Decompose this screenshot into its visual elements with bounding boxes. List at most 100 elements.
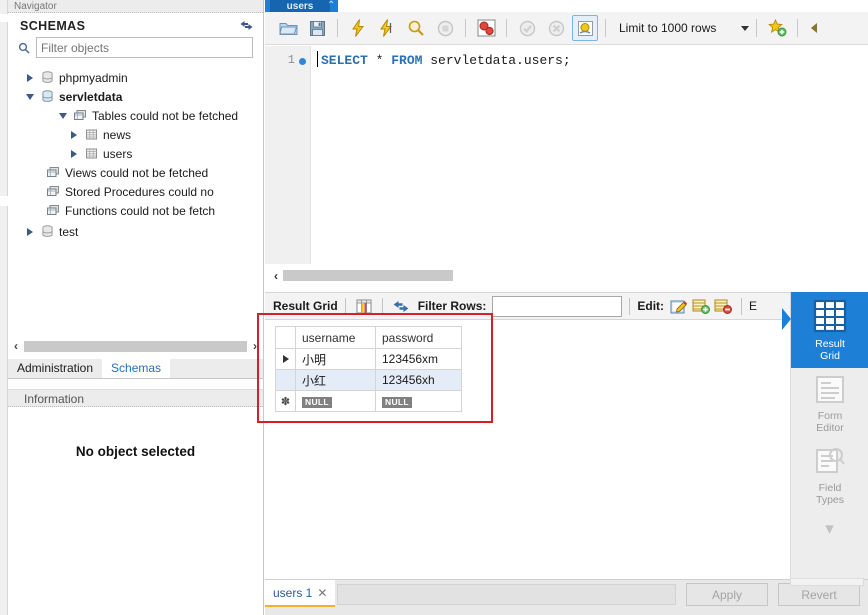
sidebar-item-label: phpmyadmin (59, 70, 128, 85)
sidebar-item-functions-folder[interactable]: Functions could not be fetch (8, 201, 263, 220)
revert-button[interactable]: Revert (778, 583, 860, 606)
table-row[interactable]: 小明 123456xm (275, 348, 462, 370)
lightning-cursor-icon (380, 19, 392, 37)
toolbar-separator (506, 19, 507, 37)
save-sql-file-button[interactable] (304, 15, 330, 41)
toolbar-separator (465, 19, 466, 37)
scroll-right-icon[interactable]: › (247, 340, 263, 352)
editor-horizontal-scrollbar[interactable]: ‹ (265, 266, 868, 285)
edit-pencil-icon[interactable] (668, 298, 690, 314)
expand-arrow-icon[interactable] (66, 130, 82, 139)
row-marker[interactable] (275, 369, 296, 391)
filter-objects-input[interactable] (36, 37, 253, 58)
cell-value-field[interactable] (337, 584, 676, 605)
row-marker-new[interactable]: ✽ (275, 390, 296, 412)
result-grid[interactable]: username password 小明 123456xm 小红 123456x… (265, 321, 790, 579)
sidebar-item-label: users (103, 146, 133, 161)
cancel-circle-icon (548, 20, 564, 36)
collapse-arrow-icon[interactable] (55, 112, 71, 119)
toggle-explain-button[interactable] (473, 15, 499, 41)
document-tab-users[interactable]: users (270, 0, 330, 12)
sidebar-item-users[interactable]: users (8, 144, 263, 163)
limit-rows-label[interactable]: Limit to 1000 rows (619, 21, 716, 35)
open-sql-file-button[interactable] (275, 15, 301, 41)
toolbar-overflow-icon[interactable] (811, 23, 818, 33)
collapse-arrow-icon[interactable] (22, 93, 38, 100)
column-header-username[interactable]: username (295, 326, 376, 349)
sql-statement-line[interactable]: SELECT * FROM servletdata.users; (321, 53, 571, 68)
view-result-grid-button[interactable]: Result Grid (782, 292, 868, 368)
toolbar-separator (741, 297, 743, 315)
tab-administration[interactable]: Administration (8, 358, 102, 378)
expand-arrow-icon[interactable] (66, 149, 82, 158)
sidebar-item-stored-procedures-folder[interactable]: Stored Procedures could no (8, 182, 263, 201)
sidebar-tab-bar: Administration Schemas (8, 358, 263, 379)
view-field-types-button[interactable]: Field Types (791, 440, 868, 512)
commit-button[interactable] (514, 15, 540, 41)
chevron-down-icon[interactable] (741, 25, 750, 31)
scroll-left-icon[interactable]: ‹ (269, 270, 283, 282)
table-row[interactable]: 小红 123456xh (275, 369, 462, 391)
folder-views-icon (44, 166, 62, 179)
cell-password[interactable]: 123456xm (375, 348, 462, 370)
scrollbar-thumb[interactable] (24, 340, 247, 352)
chevron-down-icon[interactable]: ▾ (791, 512, 868, 537)
sql-editor[interactable]: 1 SELECT * FROM servletdata.users; (265, 46, 868, 264)
main-panel: users ⌃ Limit to 1000 rows 1 SELECT * FR… (265, 0, 868, 615)
save-snippet-button[interactable] (764, 15, 790, 41)
sql-keyword-from: FROM (391, 53, 423, 68)
table-row-new[interactable]: ✽ NULL NULL (275, 390, 462, 412)
sidebar-item-servletdata[interactable]: servletdata (8, 87, 263, 106)
scroll-left-icon[interactable]: ‹ (8, 340, 24, 352)
execute-statement-button[interactable] (345, 15, 371, 41)
chevron-up-icon[interactable]: ⌃ (327, 0, 335, 11)
refresh-icon[interactable] (240, 20, 253, 33)
database-icon (38, 71, 56, 84)
filter-rows-input[interactable] (492, 295, 623, 317)
expand-arrow-icon[interactable] (22, 227, 38, 236)
toolbar-separator (344, 297, 346, 315)
result-vertical-scrollbar-fragment[interactable] (790, 578, 864, 586)
schemas-header: SCHEMAS (8, 13, 263, 37)
rollback-button[interactable] (543, 15, 569, 41)
export-label-partial[interactable]: E (749, 299, 757, 313)
sidebar-item-phpmyadmin[interactable]: phpmyadmin (8, 68, 263, 87)
cell-username-null[interactable]: NULL (295, 390, 376, 412)
statement-marker-icon[interactable] (299, 58, 306, 65)
refresh-blue-icon[interactable] (390, 300, 412, 313)
explain-statement-button[interactable] (403, 15, 429, 41)
scrollbar-thumb[interactable] (283, 270, 453, 281)
grid-columns-icon[interactable] (353, 299, 375, 314)
toolbar-separator (756, 19, 758, 37)
insert-row-icon[interactable] (690, 298, 712, 314)
column-header-password[interactable]: password (375, 326, 462, 349)
stop-statement-button[interactable] (432, 15, 458, 41)
null-badge: NULL (382, 397, 412, 408)
row-marker-current[interactable] (275, 348, 296, 370)
view-form-editor-button[interactable]: Form Editor (791, 368, 868, 440)
close-icon[interactable]: ✕ (317, 586, 327, 600)
cell-password[interactable]: 123456xh (375, 369, 462, 391)
toggle-autocommit-button[interactable] (572, 15, 598, 41)
toolbar-separator (337, 19, 338, 37)
sql-editor-toolbar: Limit to 1000 rows (265, 12, 868, 45)
cell-password-null[interactable]: NULL (375, 390, 462, 412)
result-tab-users[interactable]: users 1 ✕ (265, 580, 336, 607)
information-section-header: Information (8, 389, 263, 407)
sidebar-item-views-folder[interactable]: Views could not be fetched (8, 163, 263, 182)
sidebar-horizontal-scrollbar[interactable]: ‹ › (8, 338, 263, 354)
table-icon (82, 128, 100, 141)
sidebar-item-tables-folder[interactable]: Tables could not be fetched (8, 106, 263, 125)
tab-schemas[interactable]: Schemas (102, 358, 171, 378)
apply-button[interactable]: Apply (686, 583, 768, 606)
expand-arrow-icon[interactable] (22, 73, 38, 82)
cell-username[interactable]: 小明 (295, 348, 376, 370)
database-icon (38, 90, 56, 103)
navigator-caption: Navigator (8, 0, 263, 13)
delete-row-icon[interactable] (712, 298, 734, 314)
cell-username[interactable]: 小红 (295, 369, 376, 391)
sidebar-item-test[interactable]: test (8, 222, 263, 241)
sidebar-item-news[interactable]: news (8, 125, 263, 144)
stop-circle-icon (437, 20, 453, 36)
execute-current-statement-button[interactable] (374, 15, 400, 41)
